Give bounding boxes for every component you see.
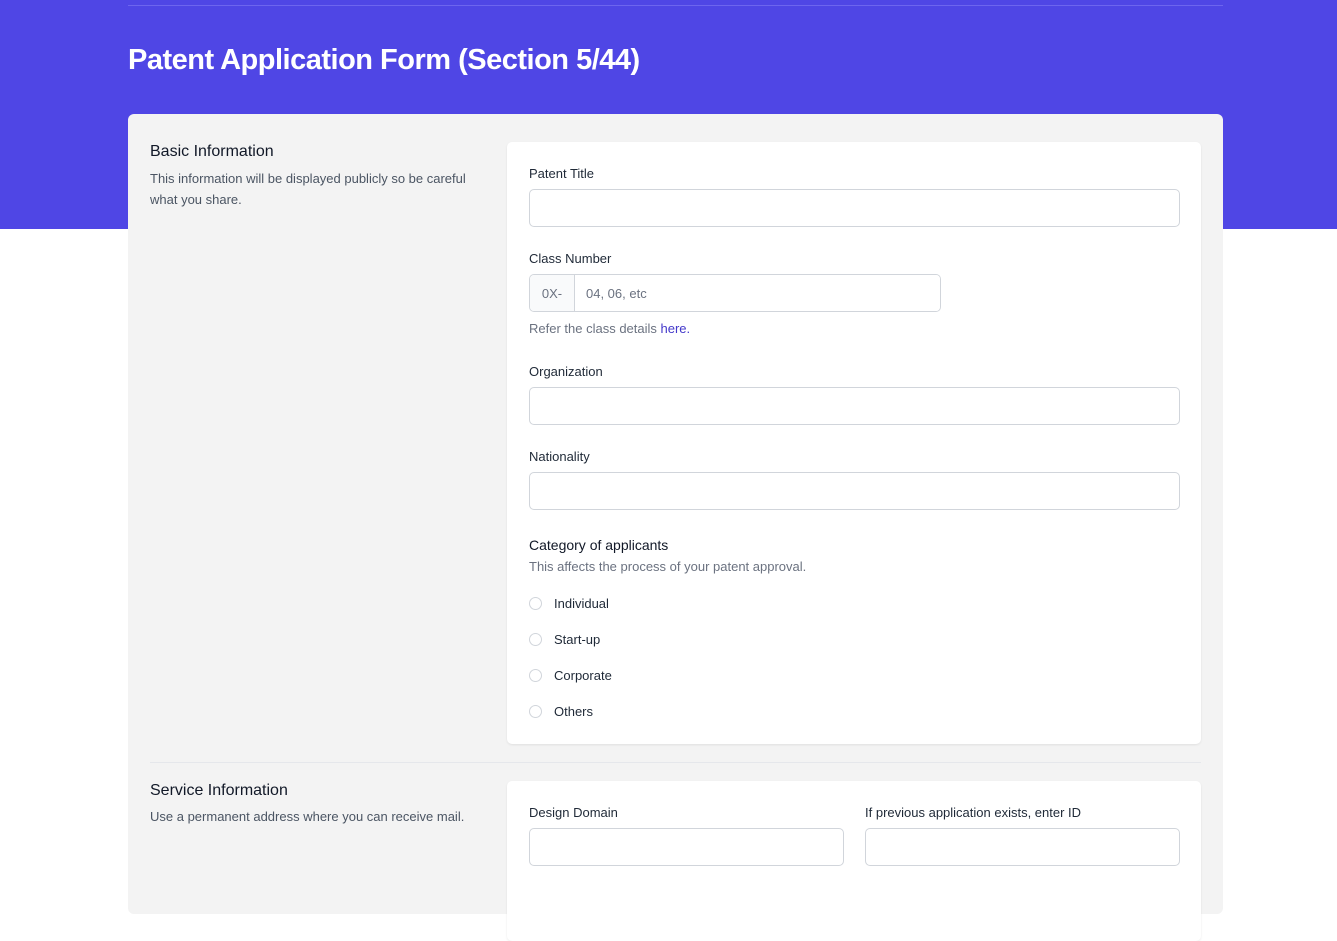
radio-label: Start-up	[554, 632, 600, 647]
page-title: Patent Application Form (Section 5/44)	[128, 40, 640, 80]
previous-application-input[interactable]	[865, 828, 1180, 866]
radio-option-corporate[interactable]: Corporate	[529, 666, 612, 684]
basic-info-description: This information will be displayed publi…	[150, 168, 490, 210]
organization-input[interactable]	[529, 387, 1180, 425]
radio-label: Individual	[554, 596, 609, 611]
service-info-description: Use a permanent address where you can re…	[150, 806, 490, 827]
form-panel: Basic Information This information will …	[128, 114, 1223, 914]
design-domain-label: Design Domain	[529, 804, 618, 822]
radio-option-start-up[interactable]: Start-up	[529, 630, 600, 648]
service-info-title: Service Information	[150, 779, 288, 803]
category-title: Category of applicants	[529, 535, 668, 555]
nationality-label: Nationality	[529, 448, 590, 466]
nationality-input[interactable]	[529, 472, 1180, 510]
organization-label: Organization	[529, 363, 603, 381]
class-number-input[interactable]	[575, 275, 940, 311]
previous-application-label: If previous application exists, enter ID	[865, 804, 1081, 822]
radio-option-individual[interactable]: Individual	[529, 594, 609, 612]
basic-info-title: Basic Information	[150, 140, 274, 164]
radio-option-others[interactable]: Others	[529, 702, 593, 720]
class-number-help-text: Refer the class details	[529, 321, 661, 336]
radio-button[interactable]	[529, 597, 542, 610]
service-info-card: Design Domain If previous application ex…	[507, 781, 1201, 941]
class-number-prefix: 0X-	[530, 275, 575, 311]
class-details-link[interactable]: here.	[661, 321, 691, 336]
patent-title-input[interactable]	[529, 189, 1180, 227]
basic-info-card: Patent Title Class Number 0X- Refer the …	[507, 142, 1201, 744]
radio-button[interactable]	[529, 669, 542, 682]
radio-button[interactable]	[529, 705, 542, 718]
patent-title-label: Patent Title	[529, 165, 594, 183]
class-number-help: Refer the class details here.	[529, 320, 690, 338]
class-number-field: 0X-	[529, 274, 941, 312]
radio-button[interactable]	[529, 633, 542, 646]
category-description: This affects the process of your patent …	[529, 558, 806, 576]
header-divider	[128, 5, 1223, 6]
section-divider	[150, 762, 1201, 763]
radio-label: Corporate	[554, 668, 612, 683]
radio-label: Others	[554, 704, 593, 719]
class-number-label: Class Number	[529, 250, 611, 268]
design-domain-input[interactable]	[529, 828, 844, 866]
